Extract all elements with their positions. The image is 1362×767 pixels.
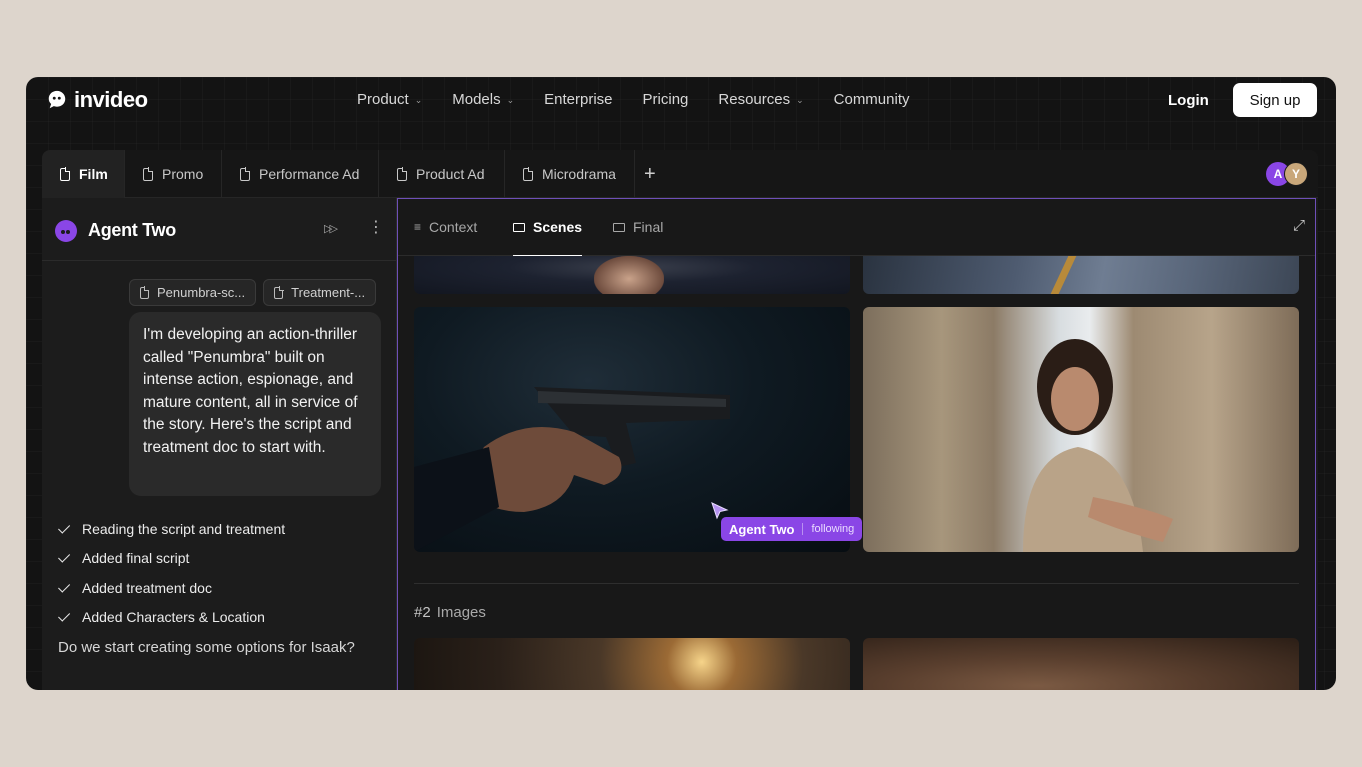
nav-resources[interactable]: Resources ⌄ [718,91,803,108]
scene-image-girl[interactable] [863,307,1299,552]
nav-product-label: Product [357,91,409,108]
tab-microdrama-label: Microdrama [542,166,616,182]
workspace-panel: ≡ Context Scenes Final ⤢ Agent Two follo… [397,198,1316,690]
avatar[interactable]: Y [1284,162,1308,186]
tab-context-label: Context [429,219,478,235]
tab-final-label: Final [633,219,664,235]
tab-product-ad[interactable]: Product Ad [379,150,505,198]
more-options-icon[interactable]: ⋮ [368,220,384,236]
agent-panel: Agent Two ▷▷ ⋮ Penumbra-sc... Treatment-… [42,198,397,690]
tab-film[interactable]: Film [42,150,125,198]
invideo-logo[interactable]: invideo [46,87,148,113]
agent-header: Agent Two ▷▷ ⋮ [42,198,396,261]
section-divider [414,583,1299,584]
lines-icon: ≡ [414,220,422,234]
top-navigation: invideo Product ⌄ Models ⌄ Enterprise Pric… [26,77,1336,125]
nav-product[interactable]: Product ⌄ [357,91,422,108]
tab-performance-ad-label: Performance Ad [259,166,360,182]
document-icon [397,167,408,181]
signup-button[interactable]: Sign up [1233,83,1317,117]
attachment-name: Penumbra-sc... [157,285,246,300]
chevron-down-icon: ⌄ [506,95,515,105]
section-title-text: Images [436,604,486,621]
brand-name: invideo [74,87,148,112]
expand-icon[interactable]: ⤢ [1293,217,1305,234]
agent-question: Do we start creating some options for Is… [58,639,355,656]
chevron-down-icon: ⌄ [414,95,423,105]
nav-community[interactable]: Community [834,91,910,108]
scene-image-hands[interactable] [414,256,850,294]
document-icon [523,167,534,181]
document-icon [60,167,71,181]
project-tab-bar: Film Promo Performance Ad Product Ad Mic… [42,150,1318,198]
nav-links: Product ⌄ Models ⌄ Enterprise Pricing Reso… [357,91,940,108]
step-label: Added Characters & Location [82,609,265,626]
scene-image-stairwell[interactable] [414,638,850,690]
document-icon [274,286,284,299]
girl-illustration [1023,339,1173,552]
chevron-down-icon: ⌄ [796,95,804,105]
attachment-chip[interactable]: Treatment-... [263,279,377,306]
list-item: Added treatment doc [58,573,285,603]
document-icon [240,167,251,181]
tab-product-ad-label: Product Ad [416,166,485,182]
agent-steps-list: Reading the script and treatment Added f… [58,514,286,633]
scene-image-pistol[interactable] [414,307,850,552]
scene-image-rider[interactable] [863,256,1299,294]
tab-context[interactable]: ≡ Context [414,219,477,235]
step-label: Added final script [82,550,190,567]
list-item: Reading the script and treatment [58,514,286,544]
nav-enterprise-label: Enterprise [544,91,613,108]
scene-image-closeup[interactable] [863,638,1299,690]
tab-scenes[interactable]: Scenes [513,219,583,257]
step-label: Added treatment doc [82,579,212,596]
nav-pricing[interactable]: Pricing [643,91,689,108]
tab-promo[interactable]: Promo [125,150,222,198]
tab-film-label: Film [79,166,108,182]
cursor-tag-name: Agent Two [729,521,795,537]
list-item: Added Characters & Location [58,603,285,633]
folder-icon [613,222,625,232]
add-tab-icon[interactable]: + [644,163,656,186]
check-icon [58,521,71,534]
check-icon [58,609,71,622]
workspace-tabs: ≡ Context Scenes Final ⤢ [398,199,1315,257]
folder-icon [513,222,525,232]
tab-performance-ad[interactable]: Performance Ad [222,150,379,198]
document-icon [140,286,150,299]
agent-avatar-icon [55,220,77,242]
attachment-chips: Penumbra-sc... Treatment-... [129,279,377,306]
cursor-tag-status: following [811,523,855,535]
attachment-name: Treatment-... [291,285,366,300]
tab-microdrama[interactable]: Microdrama [505,150,635,198]
login-link[interactable]: Login [1168,92,1209,109]
nav-models-label: Models [452,91,501,108]
nav-enterprise[interactable]: Enterprise [544,91,612,108]
attachment-chip[interactable]: Penumbra-sc... [129,279,257,306]
tab-promo-label: Promo [162,166,204,182]
browser-window: invideo Product ⌄ Models ⌄ Enterprise Pric… [26,77,1336,690]
separator [802,523,804,535]
nav-community-label: Community [833,91,910,108]
collaborator-avatars: A Y [1266,162,1308,186]
check-icon [58,550,71,563]
agent-name: Agent Two [88,220,176,240]
agent-cursor-tag: Agent Two following [721,517,863,541]
nav-resources-label: Resources [718,91,791,108]
section-title: #2 Images [414,604,486,621]
tab-scenes-label: Scenes [533,219,583,235]
pistol-illustration [414,387,730,552]
nav-pricing-label: Pricing [642,91,689,108]
nav-models[interactable]: Models ⌄ [452,91,514,108]
document-icon [143,167,154,181]
list-item: Added final script [58,544,285,574]
step-label: Reading the script and treatment [82,520,286,537]
section-number: #2 [414,604,431,621]
ghost-logo-icon [48,90,66,109]
app-frame: Film Promo Performance Ad Product Ad Mic… [42,150,1318,690]
tab-final[interactable]: Final [613,219,663,235]
user-message-bubble: I'm developing an action-thriller called… [129,312,381,496]
check-icon [58,580,71,593]
fast-forward-icon[interactable]: ▷▷ [324,222,338,235]
